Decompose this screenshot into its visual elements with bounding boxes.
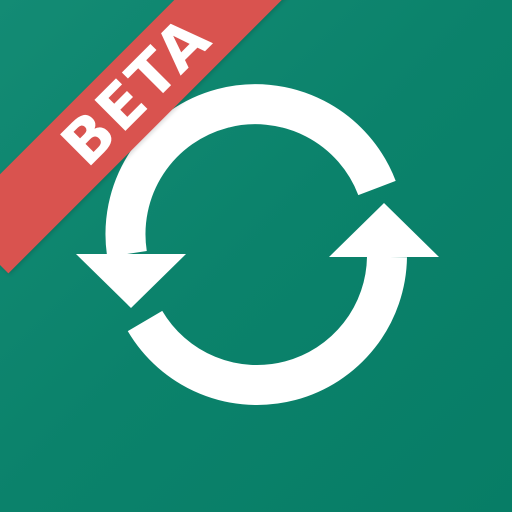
sync-arrowhead-left bbox=[76, 254, 186, 308]
sync-arc-upper bbox=[105, 84, 396, 258]
sync-arrowhead-right bbox=[329, 203, 439, 257]
sync-arc-lower bbox=[127, 256, 407, 405]
sync-icon bbox=[76, 84, 439, 405]
app-icon: BETA bbox=[0, 0, 512, 512]
